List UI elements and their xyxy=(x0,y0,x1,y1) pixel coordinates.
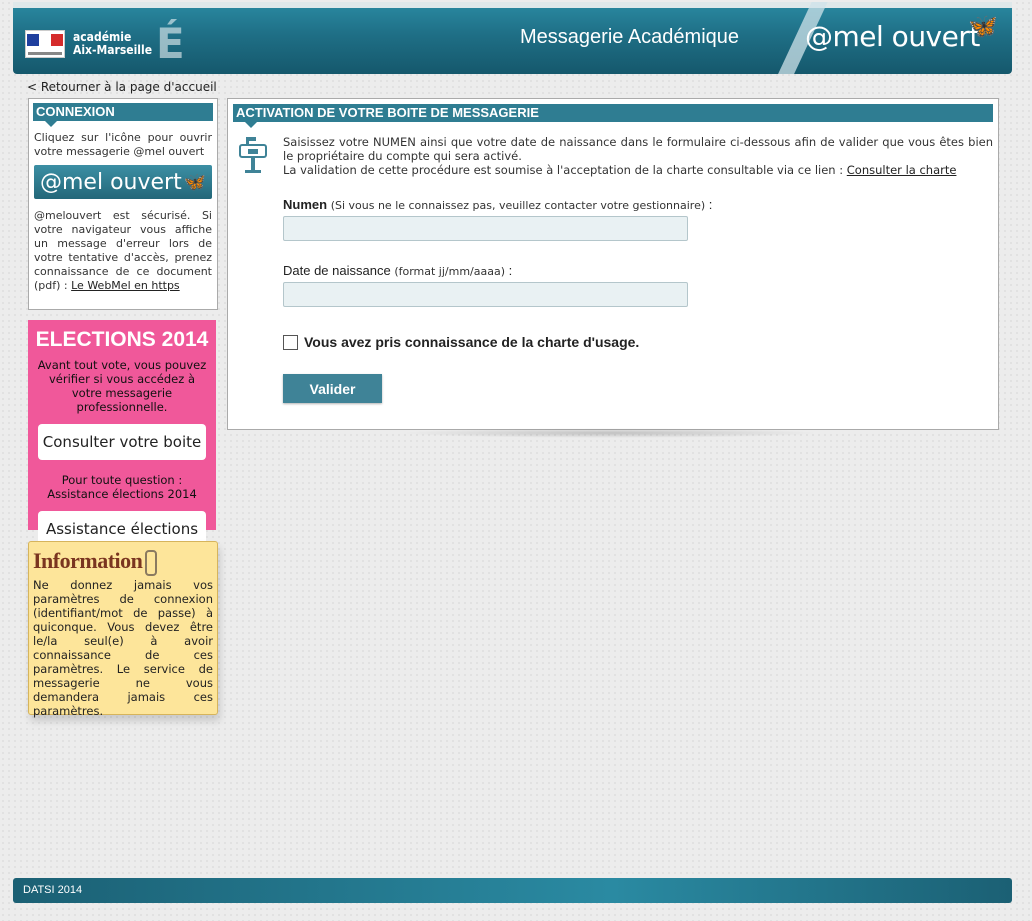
webmel-https-link[interactable]: Le WebMel en https xyxy=(71,279,180,292)
connexion-title: CONNEXION xyxy=(33,103,213,127)
information-text: Ne donnez jamais vos paramètres de conne… xyxy=(33,577,213,718)
question-line1: Pour toute question : xyxy=(61,473,183,487)
footer-text: DATSI 2014 xyxy=(23,884,83,896)
dob-label-text: Date de naissance xyxy=(283,263,391,278)
paperclip-icon xyxy=(145,549,158,576)
back-to-home-link[interactable]: < Retourner à la page d'accueil xyxy=(27,80,217,94)
elections-box: ELECTIONS 2014 Avant tout vote, vous pou… xyxy=(28,320,216,547)
activation-panel: ACTIVATION DE VOTRE BOITE DE MESSAGERIE … xyxy=(227,98,999,430)
brand-name: @mel ouvert xyxy=(805,20,980,53)
charter-acceptance[interactable]: Vous avez pris connaissance de la charte… xyxy=(283,334,639,350)
republique-flag-icon xyxy=(25,30,65,58)
numen-hint: (Si vous ne le connaissez pas, veuillez … xyxy=(330,199,706,212)
panel-shadow xyxy=(400,428,820,438)
elections-question: Pour toute question : Assistance électio… xyxy=(36,473,208,501)
activation-intro: Saisissez votre NUMEN ainsi que votre da… xyxy=(283,135,993,177)
elections-title: ELECTIONS 2014 xyxy=(35,328,209,351)
security-note: @melouvert est sécurisé. Si votre naviga… xyxy=(29,205,217,293)
intro-line1: Saisissez votre NUMEN ainsi que votre da… xyxy=(283,135,993,163)
back-link-text[interactable]: < Retourner à la page d'accueil xyxy=(27,80,217,94)
intro-line2: La validation de cette procédure est sou… xyxy=(283,163,993,177)
open-mel-button[interactable]: @mel ouvert 🦋 xyxy=(34,165,212,199)
numen-label-text: Numen xyxy=(283,197,328,212)
header-title: Messagerie Académique xyxy=(520,26,740,48)
consult-charter-link[interactable]: Consulter la charte xyxy=(847,163,957,177)
header-shine xyxy=(13,2,1012,8)
charter-checkbox-label[interactable]: Vous avez pris connaissance de la charte… xyxy=(304,334,639,350)
academy-name: académie Aix-Marseille xyxy=(73,31,152,57)
connexion-box: CONNEXION Cliquez sur l'icône pour ouvri… xyxy=(28,98,218,310)
academy-logo[interactable]: académie Aix-Marseille É xyxy=(25,19,185,68)
validate-button[interactable]: Valider xyxy=(283,374,382,403)
elections-intro: Avant tout vote, vous pouvez vérifier si… xyxy=(37,358,207,414)
mailbox-icon xyxy=(239,137,267,173)
dob-hint: (format jj/mm/aaaa) xyxy=(394,265,506,278)
question-line2: Assistance élections 2014 xyxy=(47,487,197,501)
numen-label: Numen (Si vous ne le connaissez pas, veu… xyxy=(283,197,713,212)
academy-line2: Aix-Marseille xyxy=(73,43,153,57)
activation-title: ACTIVATION DE VOTRE BOITE DE MESSAGERIE xyxy=(233,104,993,128)
butterfly-icon: 🦋 xyxy=(183,171,206,193)
intro-line2-text: La validation de cette procédure est sou… xyxy=(283,163,844,177)
information-box: Information Ne donnez jamais vos paramèt… xyxy=(28,541,218,718)
consult-mailbox-button[interactable]: Consulter votre boite xyxy=(38,424,206,460)
page-header: académie Aix-Marseille É Messagerie Acad… xyxy=(13,2,1012,74)
birthdate-input[interactable] xyxy=(283,282,688,307)
charter-checkbox[interactable] xyxy=(283,334,298,350)
information-title-text: Information xyxy=(33,548,143,573)
numen-input[interactable] xyxy=(283,216,688,241)
butterfly-icon: 🦋 xyxy=(968,12,998,40)
information-title: Information xyxy=(29,542,217,576)
page-footer: DATSI 2014 xyxy=(13,878,1012,903)
dob-label: Date de naissance (format jj/mm/aaaa) : xyxy=(283,263,513,278)
academy-emblem-icon: É xyxy=(156,19,185,68)
connexion-intro: Cliquez sur l'icône pour ouvrir votre me… xyxy=(34,131,212,158)
open-mel-label: @mel ouvert xyxy=(40,169,182,195)
